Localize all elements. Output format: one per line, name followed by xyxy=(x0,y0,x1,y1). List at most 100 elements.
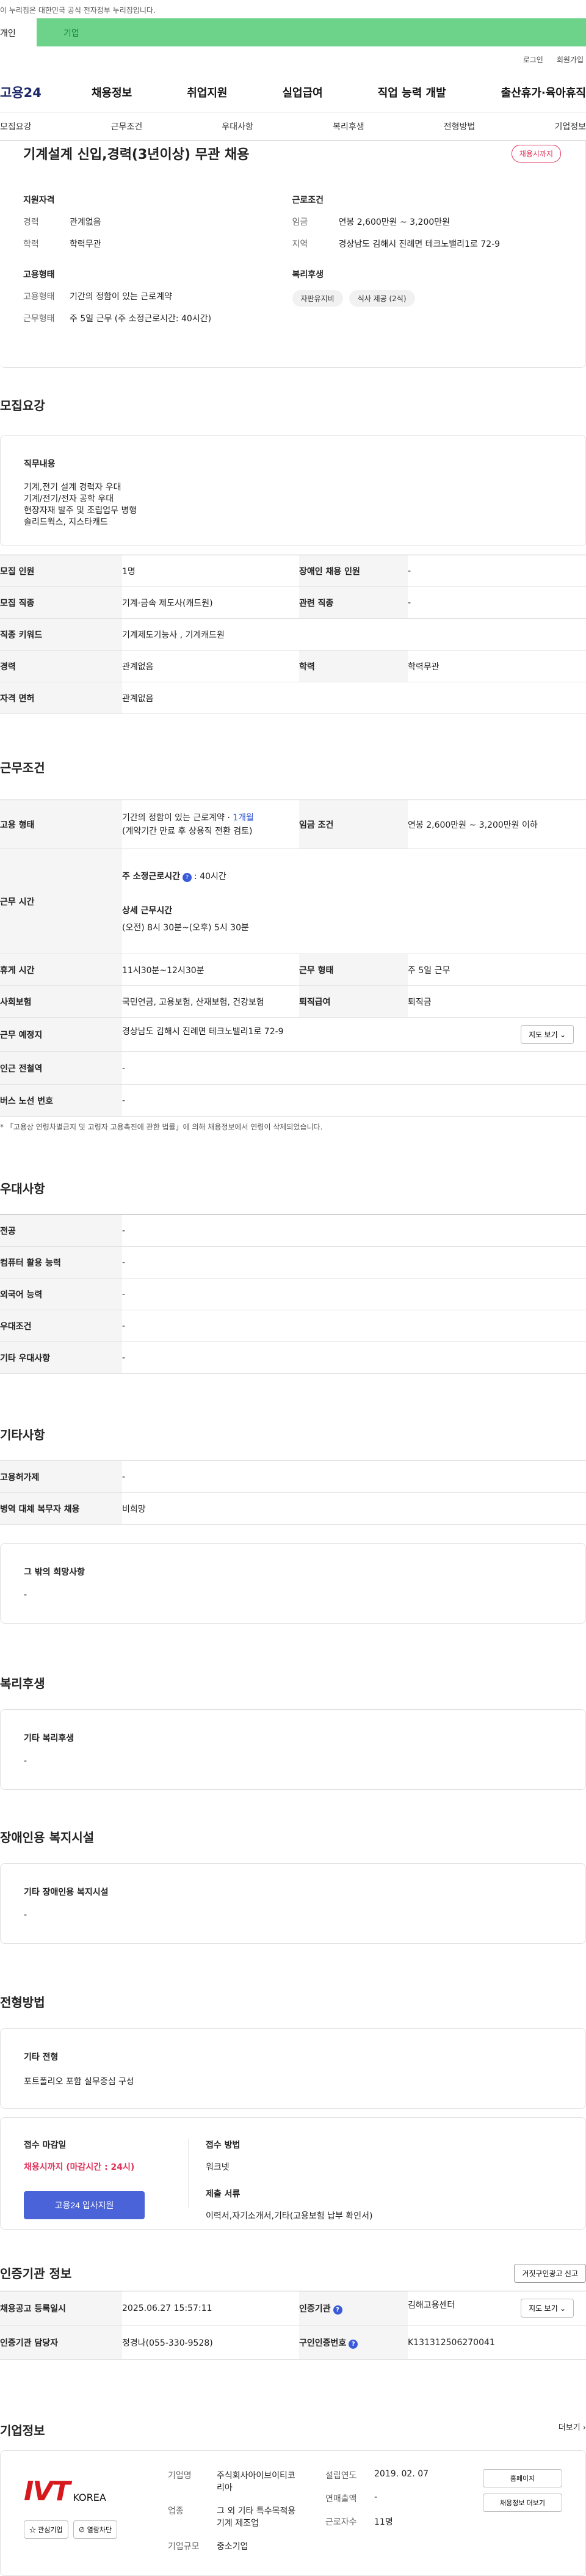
sales-value: - xyxy=(374,2492,378,2502)
apply-button[interactable]: 고용24 입사지원 xyxy=(24,2191,145,2219)
lnb-item-corp[interactable]: 기업정보 xyxy=(554,120,586,133)
cell-label: 자격 면허 xyxy=(0,682,122,714)
table-row: 자격 면허 관계없음 xyxy=(0,682,586,714)
wage-label: 임금 xyxy=(292,217,308,227)
hope-heading: 그 밖의 희망사항 xyxy=(24,1567,85,1577)
site-logo[interactable]: 고용24 xyxy=(0,83,92,101)
selection-heading: 기타 전형 xyxy=(24,2052,59,2062)
info-icon[interactable]: ? xyxy=(183,872,192,882)
table-row: 모집 인원 1명 장애인 채용 인원 - xyxy=(0,555,586,587)
agency-map-button[interactable]: 지도 보기 ⌄ xyxy=(521,2299,574,2318)
deadline-badge: 채용시까지 xyxy=(511,144,561,162)
cell-label: 경력 xyxy=(0,650,122,682)
lnb-item-welfare[interactable]: 복리후생 xyxy=(333,120,364,133)
duty-heading: 직무내용 xyxy=(24,459,56,469)
map-view-button[interactable]: 지도 보기 ⌄ xyxy=(521,1025,574,1044)
edu-value: 학력무관 xyxy=(70,239,101,249)
tab-person[interactable]: 개인 xyxy=(0,18,37,46)
corp-more-link[interactable]: 더보기 › xyxy=(559,2421,586,2445)
cell-label: 퇴직급여 xyxy=(299,985,408,1018)
gnb-item-training[interactable]: 직업 능력 개발 xyxy=(378,84,446,100)
cell-value: - xyxy=(122,1461,586,1493)
welfare-other-value: - xyxy=(24,1756,27,1766)
table-row: 인근 전철역 - xyxy=(0,1051,586,1085)
section-nav: 모집요강 근무조건 우대사항 복리후생 전형방법 기업정보 xyxy=(0,112,586,140)
cell-label: 인증기관? xyxy=(299,2291,408,2326)
cell-value: 기계·금속 제도사(캐드원) xyxy=(122,586,299,619)
cell-label: 학력 xyxy=(299,650,408,682)
table-row: 우대조건 - xyxy=(0,1310,586,1342)
section-title-agency: 인증기관 정보 xyxy=(0,2266,72,2281)
favorite-corp-button[interactable]: ☆ 관심기업 xyxy=(24,2520,68,2539)
lnb-item-selection[interactable]: 전형방법 xyxy=(444,120,476,133)
cell-label: 구인인증번호? xyxy=(299,2325,408,2360)
utility-menu: 로그인 회원가입 xyxy=(0,46,586,72)
cell-value: - xyxy=(408,555,586,587)
table-row: 기타 우대사항 - xyxy=(0,1341,586,1374)
docs-heading: 제출 서류 xyxy=(206,2189,241,2199)
cell-value: 주 5일 근무 xyxy=(408,954,586,986)
table-row: 전공 - xyxy=(0,1214,586,1247)
corp-name-label: 기업명 xyxy=(168,2471,192,2481)
other-hope-card: 그 밖의 희망사항 - xyxy=(0,1543,586,1624)
table-row: 근무 시간 주 소정근로시간?: 40시간 상세 근무시간 (오전) 8시 30… xyxy=(0,848,586,954)
cell-label: 컴퓨터 활용 능력 xyxy=(0,1246,122,1279)
emptype-value: 기간의 정함이 있는 근로계약 xyxy=(70,292,172,302)
info-icon[interactable]: ? xyxy=(333,2305,342,2315)
work-heading: 근로조건 xyxy=(292,195,324,205)
cell-label: 휴게 시간 xyxy=(0,954,122,986)
table-row: 컴퓨터 활용 능력 - xyxy=(0,1246,586,1279)
welfare-heading: 복리후생 xyxy=(292,270,324,280)
disabled-facility-card: 기타 장애인용 복지시설 - xyxy=(0,1863,586,1944)
tab-company[interactable]: 기업 xyxy=(37,18,586,46)
false-ad-report-button[interactable]: 거짓구인광고 신고 xyxy=(514,2264,586,2283)
lnb-item-conditions[interactable]: 근무조건 xyxy=(111,120,143,133)
gov-notice-bar: 이 누리집은 대한민국 공식 전자정부 누리집입니다. xyxy=(0,0,586,18)
region-label: 지역 xyxy=(292,239,308,249)
cell-value: - xyxy=(122,1084,586,1117)
detail-value: (오전) 8시 30분~(오후) 5시 30분 xyxy=(122,922,249,933)
cell-label: 근무 예정지 xyxy=(0,1017,122,1052)
lnb-item-recruit[interactable]: 모집요강 xyxy=(0,120,32,133)
worktype-label: 근무형태 xyxy=(23,314,55,324)
gnb-item-benefits[interactable]: 실업급여 xyxy=(283,84,323,100)
cell-label: 근무 시간 xyxy=(0,848,122,954)
welfare-tag: 식사 제공 (2식) xyxy=(349,290,415,307)
homepage-button[interactable]: 홈페이지 xyxy=(483,2469,562,2487)
gnb-item-leave[interactable]: 출산휴가·육아휴직 xyxy=(501,84,586,100)
join-link[interactable]: 회원가입 xyxy=(557,54,584,65)
cell-label: 버스 노선 번호 xyxy=(0,1084,122,1117)
info-icon[interactable]: ? xyxy=(349,2339,358,2349)
cell-value: - xyxy=(122,1051,586,1085)
table-row: 외국어 능력 - xyxy=(0,1278,586,1310)
time-heading: 주 소정근로시간 xyxy=(122,871,181,881)
gnb-item-support[interactable]: 취업지원 xyxy=(187,84,227,100)
table-row: 근무 예정지 경상남도 김해시 진례면 테크노밸리1로 72-9 지도 보기 ⌄ xyxy=(0,1017,586,1052)
employees-value: 11명 xyxy=(374,2517,393,2527)
corp-logo-main: IVT xyxy=(24,2476,70,2507)
cell-value: 1명 xyxy=(122,555,299,587)
cell-value: - xyxy=(122,1246,586,1279)
corp-logo: IVT KOREA xyxy=(24,2469,168,2507)
time-value: : 40시간 xyxy=(194,871,226,881)
corp-jobs-button[interactable]: 채용정보 더보기 xyxy=(483,2494,562,2512)
block-corp-button[interactable]: ⊘ 열람차단 xyxy=(73,2520,118,2539)
lnb-item-preference[interactable]: 우대사항 xyxy=(222,120,253,133)
corp-card: IVT KOREA ☆ 관심기업 ⊘ 열람차단 기업명 주식회사아이브이티코리아 … xyxy=(0,2450,586,2576)
cell-label: 관련 직종 xyxy=(299,586,408,619)
cell-label: 외국어 능력 xyxy=(0,1278,122,1310)
table-row: 모집 직종 기계·금속 제도사(캐드원) 관련 직종 - xyxy=(0,586,586,619)
worktype-value: 주 5일 근무 (주 소정근로시간: 40시간) xyxy=(70,314,212,324)
cell-label: 우대조건 xyxy=(0,1310,122,1342)
cell-value: K131312506270041 xyxy=(408,2325,586,2360)
gnb-item-jobs[interactable]: 채용정보 xyxy=(92,84,132,100)
cell-label: 장애인 채용 인원 xyxy=(299,555,408,587)
table-row: 채용공고 등록일시 2025.06.27 15:57:11 인증기관? 김해고용센터 지… xyxy=(0,2291,586,2326)
login-link[interactable]: 로그인 xyxy=(523,54,543,65)
section-title-disabled: 장애인용 복지시설 xyxy=(0,1830,95,1845)
industry-label: 업종 xyxy=(168,2506,184,2516)
cell-value: 학력무관 xyxy=(408,650,586,682)
cell-value: 퇴직금 xyxy=(408,985,586,1018)
emp-heading: 고용형태 xyxy=(23,270,55,280)
etc-table: 고용허가제 - 병역 대체 복무자 채용 비희망 xyxy=(0,1461,586,1525)
